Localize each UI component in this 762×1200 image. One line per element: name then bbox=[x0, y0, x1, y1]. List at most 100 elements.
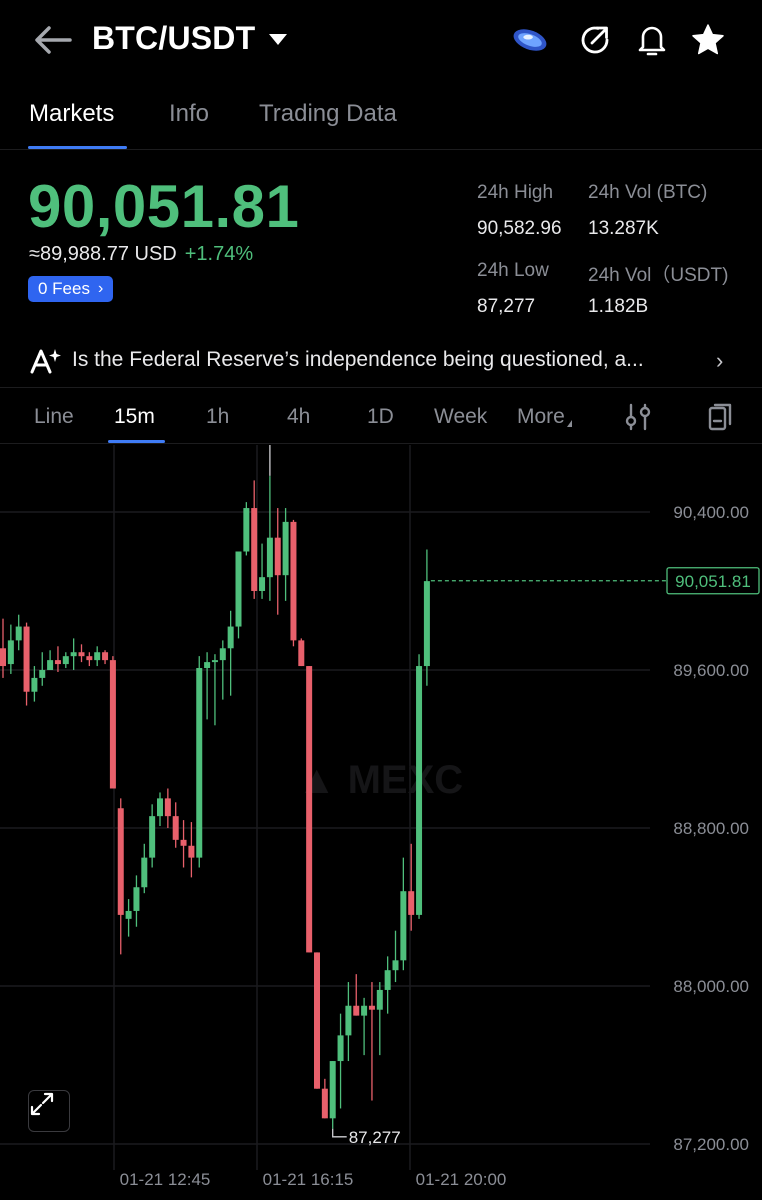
y-axis-label: 90,400.00 bbox=[673, 503, 749, 522]
tab-active-indicator bbox=[28, 146, 127, 149]
x-axis-label: 01-21 12:45 bbox=[120, 1170, 211, 1189]
tab-trading-data[interactable]: Trading Data bbox=[259, 100, 397, 128]
candle-body bbox=[39, 670, 46, 678]
candle-body bbox=[384, 970, 391, 990]
stat-vol-btc-label: 24h Vol (BTC) bbox=[588, 182, 708, 203]
back-button[interactable] bbox=[30, 18, 74, 62]
caret-down-icon bbox=[269, 34, 288, 45]
last-price-label: 90,051.81 bbox=[675, 572, 751, 591]
candle-body bbox=[321, 1088, 328, 1119]
y-axis-label: 87,200.00 bbox=[673, 1135, 749, 1154]
candle-body bbox=[227, 626, 234, 649]
candle-body bbox=[125, 910, 132, 919]
pair-title: BTC/USDT bbox=[92, 20, 256, 56]
candle-body bbox=[7, 640, 14, 665]
candle-body bbox=[117, 808, 124, 915]
favorite-button[interactable] bbox=[688, 20, 728, 60]
interval-4h[interactable]: 4h bbox=[287, 405, 310, 429]
interval-week[interactable]: Week bbox=[434, 405, 487, 429]
stat-vol-usdt-value: 1.182B bbox=[588, 296, 649, 317]
candle-body bbox=[345, 1005, 352, 1036]
alert-button[interactable] bbox=[632, 20, 672, 60]
candle-body bbox=[235, 551, 242, 627]
candle-body bbox=[62, 656, 69, 665]
share-button[interactable] bbox=[575, 20, 615, 60]
candle-body bbox=[54, 660, 61, 665]
candle-body bbox=[31, 677, 38, 692]
candle-body bbox=[15, 626, 22, 641]
price-usd: ≈89,988.77 USD bbox=[29, 243, 177, 265]
chart-mode-icon[interactable] bbox=[704, 402, 736, 432]
stat-low-value: 87,277 bbox=[477, 296, 536, 317]
stat-vol-usdt-label: 24h Vol（USDT) bbox=[588, 265, 729, 286]
fees-badge[interactable]: 0 Fees › bbox=[28, 276, 114, 302]
candle-body bbox=[109, 660, 116, 789]
interval-line[interactable]: Line bbox=[34, 405, 74, 429]
candle-body bbox=[416, 666, 423, 915]
watermark-logo: ▲ MEXC bbox=[297, 758, 463, 802]
news-headline: Is the Federal Reserve’s independence be… bbox=[72, 348, 644, 371]
price-usd-line: ≈89,988.77 USD +1.74% bbox=[29, 243, 253, 266]
candle-body bbox=[392, 960, 399, 971]
candle-body bbox=[259, 577, 266, 591]
candle-body bbox=[408, 891, 415, 915]
tab-info[interactable]: Info bbox=[169, 100, 209, 128]
news-ticker[interactable]: Is the Federal Reserve’s independence be… bbox=[0, 334, 762, 388]
header: BTC/USDT bbox=[0, 0, 762, 80]
chevron-right-icon: › bbox=[716, 348, 724, 373]
tab-markets[interactable]: Markets bbox=[29, 100, 114, 128]
candle-body bbox=[361, 1005, 368, 1016]
candle-body bbox=[149, 816, 156, 858]
last-price: 90,051.81 bbox=[28, 173, 300, 240]
expand-icon bbox=[30, 1092, 54, 1116]
candle-body bbox=[337, 1035, 344, 1062]
candle-body bbox=[70, 652, 77, 657]
token-logo-icon[interactable] bbox=[510, 20, 550, 60]
low-marker-line bbox=[332, 1128, 347, 1138]
candle-body bbox=[274, 537, 281, 576]
price-change: +1.74% bbox=[184, 243, 254, 265]
indicator-settings-icon[interactable] bbox=[622, 402, 654, 432]
candle-body bbox=[282, 521, 289, 576]
interval-15m[interactable]: 15m bbox=[114, 405, 155, 429]
candlestick-chart[interactable]: 90,400.00 89,600.00 88,800.00 88,000.00 87,2… bbox=[0, 445, 762, 1200]
y-axis-label: 88,000.00 bbox=[673, 977, 749, 996]
ai-sparkle-icon bbox=[30, 349, 61, 374]
stat-vol-btc-value: 13.287K bbox=[588, 218, 659, 239]
interval-active-indicator bbox=[108, 440, 165, 443]
candle-body bbox=[86, 656, 93, 661]
high-marker-line bbox=[269, 445, 271, 476]
candle-body bbox=[133, 887, 140, 911]
candle-body bbox=[94, 652, 101, 661]
candle-body bbox=[400, 891, 407, 961]
candle-body bbox=[243, 508, 250, 552]
page-tabs: Markets Info Trading Data bbox=[0, 90, 762, 150]
candle-body bbox=[172, 816, 179, 840]
star-icon bbox=[692, 24, 724, 55]
pair-selector[interactable]: BTC/USDT bbox=[92, 20, 288, 57]
candle-body bbox=[157, 798, 163, 817]
candle-body bbox=[298, 640, 305, 667]
candle-body bbox=[314, 952, 320, 1089]
candle-body bbox=[353, 1005, 360, 1016]
interval-more[interactable]: More bbox=[517, 405, 572, 429]
candle-body bbox=[204, 662, 211, 669]
candle-body bbox=[368, 1005, 375, 1010]
candle-body bbox=[141, 857, 148, 888]
stat-high-label: 24h High bbox=[477, 182, 554, 203]
candle-body bbox=[329, 1061, 336, 1119]
bell-icon bbox=[638, 26, 666, 56]
candle-body bbox=[78, 652, 85, 657]
y-axis-label: 88,800.00 bbox=[673, 819, 749, 838]
interval-1h[interactable]: 1h bbox=[206, 405, 229, 429]
fullscreen-button[interactable] bbox=[28, 1090, 70, 1132]
x-axis-label: 01-21 20:00 bbox=[416, 1170, 507, 1189]
low-marker-label: 87,277 bbox=[349, 1128, 401, 1147]
candle-body bbox=[219, 648, 226, 661]
candle-body bbox=[102, 652, 109, 661]
interval-1d[interactable]: 1D bbox=[367, 405, 394, 429]
y-axis-label: 89,600.00 bbox=[673, 661, 749, 680]
candle-body bbox=[211, 660, 218, 663]
stat-low-label: 24h Low bbox=[477, 260, 549, 281]
x-axis-label: 01-21 16:15 bbox=[263, 1170, 354, 1189]
